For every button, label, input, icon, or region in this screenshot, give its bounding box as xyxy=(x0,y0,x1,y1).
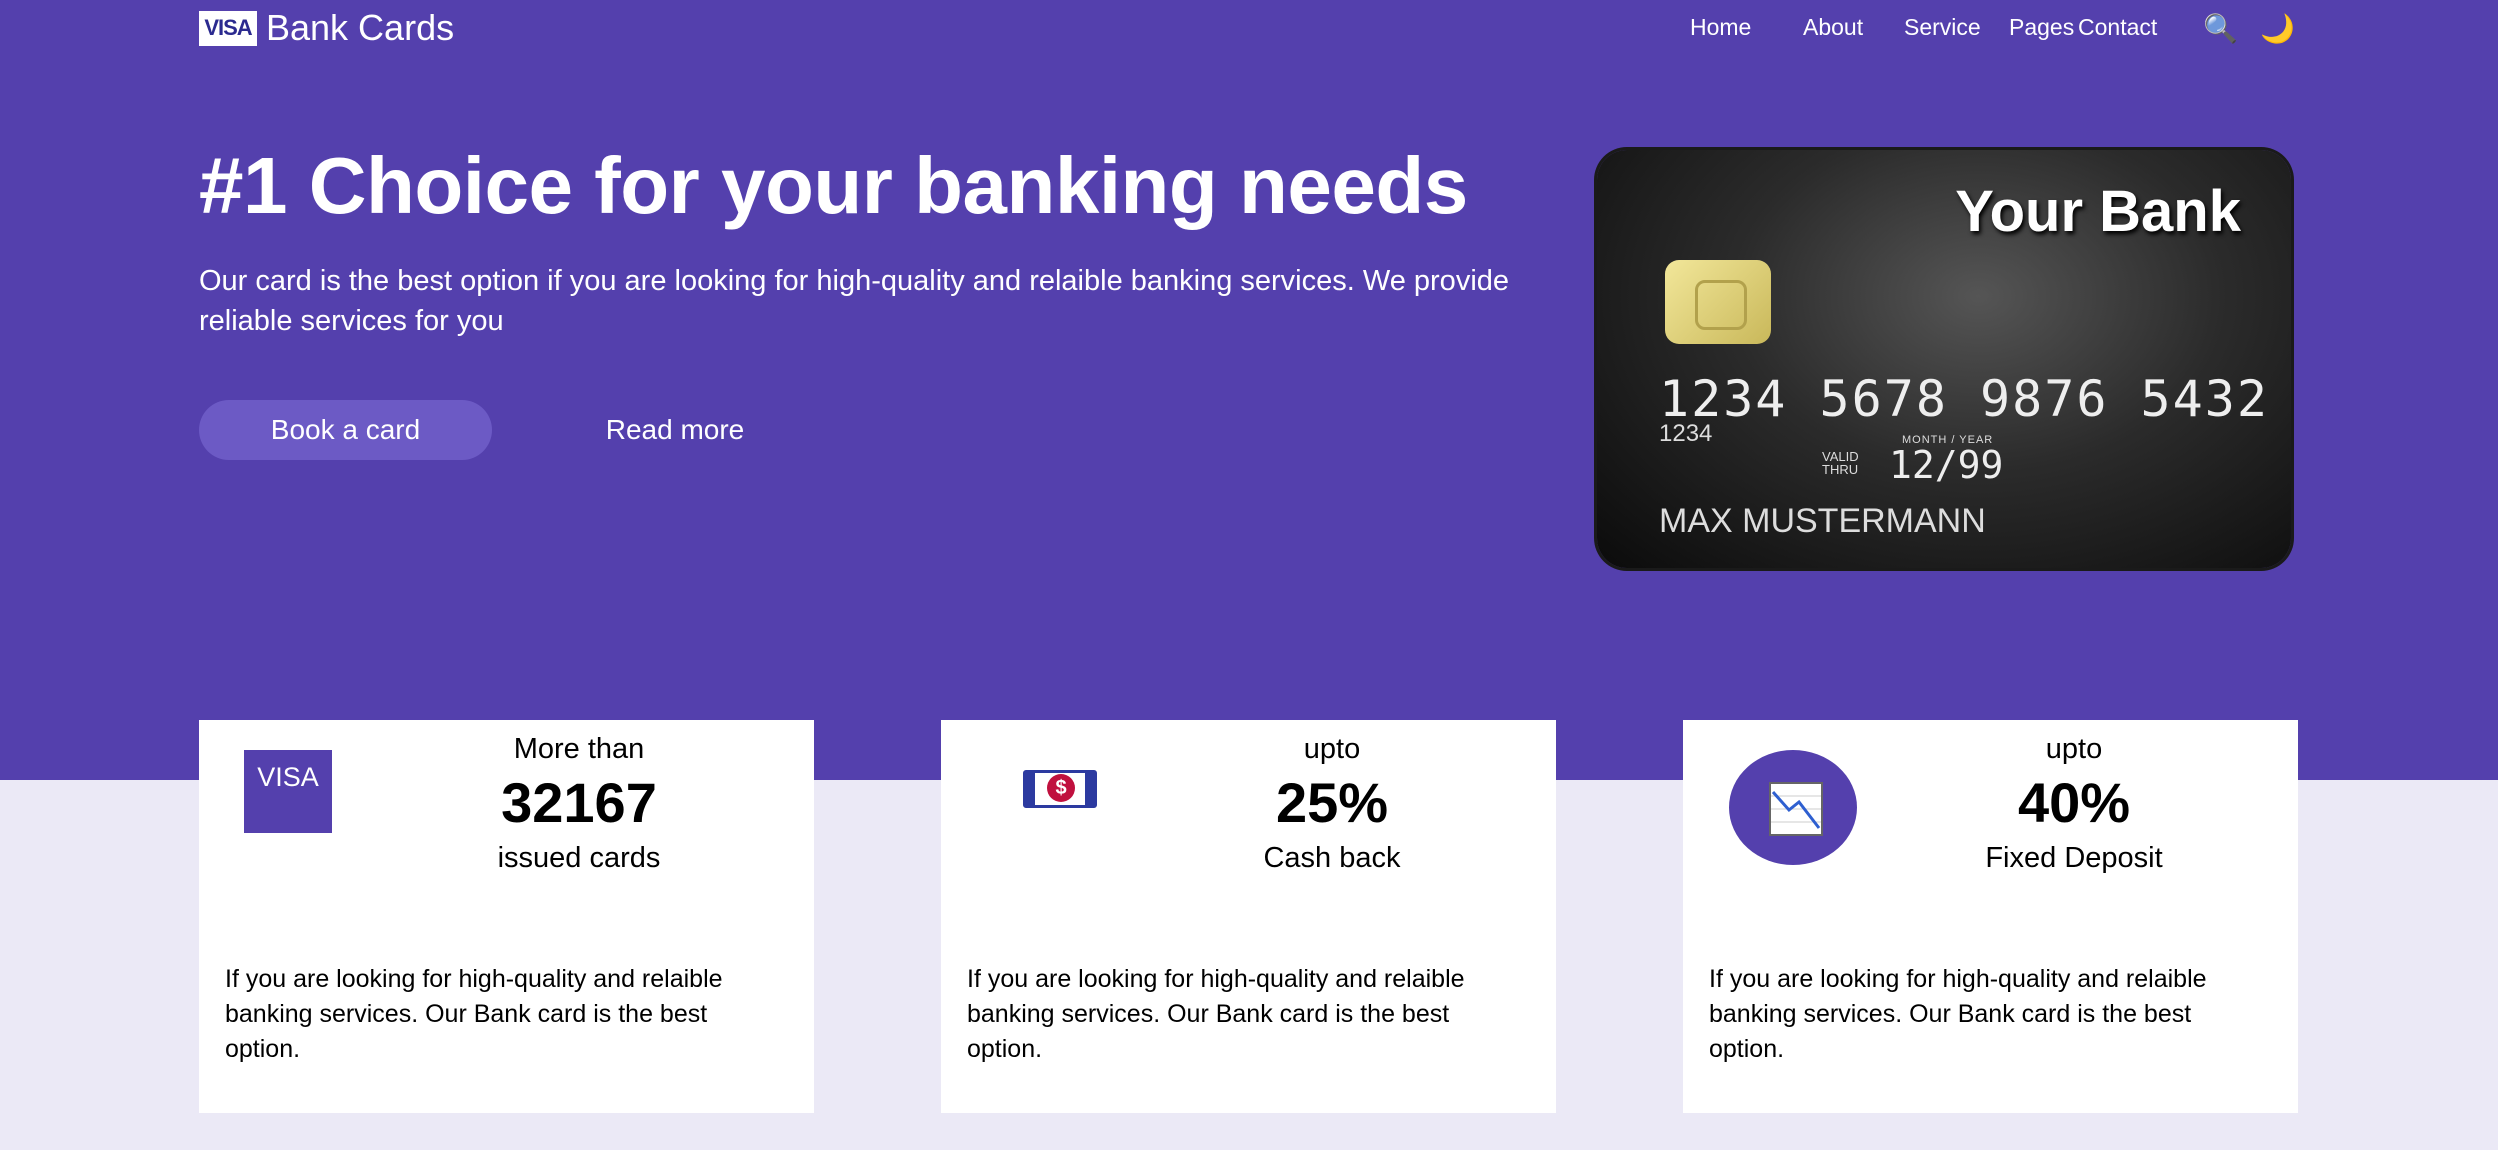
nav-service[interactable]: Service xyxy=(1904,14,1981,41)
card-holder: MAX MUSTERMANN xyxy=(1659,502,1986,540)
visa-logo: VISA xyxy=(199,10,257,46)
card-number: 1234 5678 9876 5432 xyxy=(1659,370,2269,428)
hero-lead: Our card is the best option if you are l… xyxy=(199,265,1510,337)
stat-top: upto xyxy=(1303,733,1361,765)
hero-title: #1 Choice for your banking needs xyxy=(199,141,1468,230)
nav-pages[interactable]: Pages xyxy=(2009,14,2074,41)
money-icon: $ xyxy=(1023,770,1097,808)
card-bank-name: Your Bank xyxy=(1955,179,2241,244)
nav-contact[interactable]: Contact xyxy=(2078,14,2157,41)
bank-card-image: Your Bank 1234 5678 9876 5432 1234 VALID… xyxy=(1597,150,2291,568)
stat-bottom: Fixed Deposit xyxy=(1985,842,2163,874)
brand[interactable]: VISA Bank Cards xyxy=(199,8,454,48)
brand-name: Bank Cards xyxy=(266,7,455,48)
stat-top: More than xyxy=(513,733,645,765)
chart-down-icon xyxy=(1769,782,1823,836)
search-icon[interactable]: 🔍 xyxy=(2203,12,2238,45)
chart-circle xyxy=(1729,750,1857,865)
stat-card-cashback: $ upto 25% Cash back If you are looking … xyxy=(941,720,1556,1113)
card-small-number: 1234 xyxy=(1659,420,1713,447)
stat-desc: If you are looking for high-quality and … xyxy=(225,965,723,1063)
book-card-button[interactable]: Book a card xyxy=(199,400,492,460)
stat-card-issued: VISA More than 32167 issued cards If you… xyxy=(199,720,814,1113)
stat-desc: If you are looking for high-quality and … xyxy=(1709,965,2207,1063)
moon-icon[interactable]: 🌙 xyxy=(2260,12,2295,45)
dollar-icon: $ xyxy=(1047,774,1075,802)
stat-bottom: Cash back xyxy=(1263,842,1401,874)
stat-top: upto xyxy=(2045,733,2103,765)
stat-value: 32167 xyxy=(501,771,657,834)
stat-value: 25% xyxy=(1275,771,1389,834)
read-more-button[interactable]: Read more xyxy=(560,400,790,460)
stat-value: 40% xyxy=(2017,771,2131,834)
card-expiry: 12/99 xyxy=(1889,443,2004,487)
stat-card-deposit: upto 40% Fixed Deposit If you are lookin… xyxy=(1683,720,2298,1113)
nav-about[interactable]: About xyxy=(1803,14,1863,41)
stat-desc: If you are looking for high-quality and … xyxy=(967,965,1465,1063)
stat-bottom: issued cards xyxy=(497,842,661,874)
visa-icon: VISA xyxy=(244,750,332,833)
chip-icon xyxy=(1665,260,1771,344)
nav-home[interactable]: Home xyxy=(1690,14,1751,41)
card-valid-thru: VALID THRU xyxy=(1822,449,1859,477)
